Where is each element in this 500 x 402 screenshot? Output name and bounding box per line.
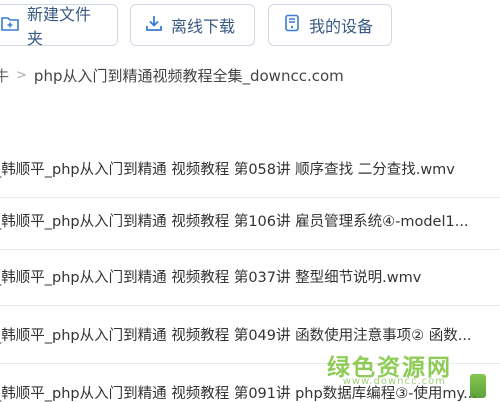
file-row[interactable]: _韩顺平_php从入门到精通 视频教程 第037讲 整型细节说明.wmv — [0, 248, 500, 306]
toolbar: 新建文件夹 离线下载 我的设备 — [0, 4, 500, 48]
breadcrumb: 牛 > php从入门到精通视频教程全集_downcc.com — [0, 64, 500, 86]
download-icon — [145, 14, 163, 36]
my-device-label: 我的设备 — [309, 17, 374, 36]
breadcrumb-separator: > — [16, 67, 27, 83]
file-row[interactable]: _韩顺平_php从入门到精通 视频教程 第106讲 雇员管理系统④-model1… — [0, 192, 500, 250]
file-name: _韩顺平_php从入门到精通 视频教程 第091讲 php数据库编程③-使用my… — [0, 385, 477, 402]
new-folder-button[interactable]: 新建文件夹 — [0, 4, 118, 48]
file-row[interactable]: _韩顺平_php从入门到精通 视频教程 第058讲 顺序查找 二分查找.wmv — [0, 140, 500, 198]
file-name: _韩顺平_php从入门到精通 视频教程 第037讲 整型细节说明.wmv — [0, 270, 422, 286]
folder-plus-icon — [1, 14, 19, 36]
my-device-button[interactable]: 我的设备 — [268, 4, 392, 46]
new-folder-label: 新建文件夹 — [27, 5, 92, 48]
breadcrumb-root[interactable]: 牛 — [0, 65, 9, 86]
offline-download-button[interactable]: 离线下载 — [130, 4, 255, 46]
file-name: _韩顺平_php从入门到精通 视频教程 第106讲 雇员管理系统④-model1… — [0, 214, 469, 230]
offline-download-label: 离线下载 — [171, 17, 236, 36]
file-name: _韩顺平_php从入门到精通 视频教程 第058讲 顺序查找 二分查找.wmv — [0, 162, 455, 178]
file-name: _韩顺平_php从入门到精通 视频教程 第049讲 函数使用注意事项② 函数..… — [0, 328, 472, 344]
file-row[interactable]: _韩顺平_php从入门到精通 视频教程 第091讲 php数据库编程③-使用my… — [0, 363, 500, 402]
device-icon — [283, 14, 301, 36]
breadcrumb-current: php从入门到精通视频教程全集_downcc.com — [33, 66, 344, 85]
file-row[interactable]: _韩顺平_php从入门到精通 视频教程 第049讲 函数使用注意事项② 函数..… — [0, 306, 500, 364]
